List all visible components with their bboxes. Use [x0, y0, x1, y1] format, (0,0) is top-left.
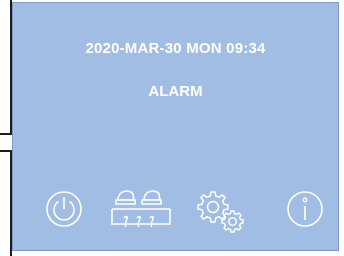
- device-frame: 2020-MAR-30 MON 09:34 ALARM: [0, 0, 344, 256]
- power-icon: [46, 191, 82, 227]
- gears-icon: [197, 191, 244, 233]
- heater-button[interactable]: [108, 184, 178, 234]
- heater-icon: [111, 190, 171, 228]
- info-button[interactable]: [285, 184, 325, 234]
- settings-button[interactable]: [190, 184, 250, 234]
- display-screen: 2020-MAR-30 MON 09:34 ALARM: [12, 2, 339, 251]
- info-icon: [287, 191, 323, 227]
- power-button[interactable]: [44, 184, 84, 234]
- status-label: ALARM: [148, 83, 203, 100]
- frame-bracket-bottom: [0, 150, 12, 256]
- frame-bracket-top: [0, 0, 12, 135]
- datetime-label: 2020-MAR-30 MON 09:34: [85, 40, 266, 57]
